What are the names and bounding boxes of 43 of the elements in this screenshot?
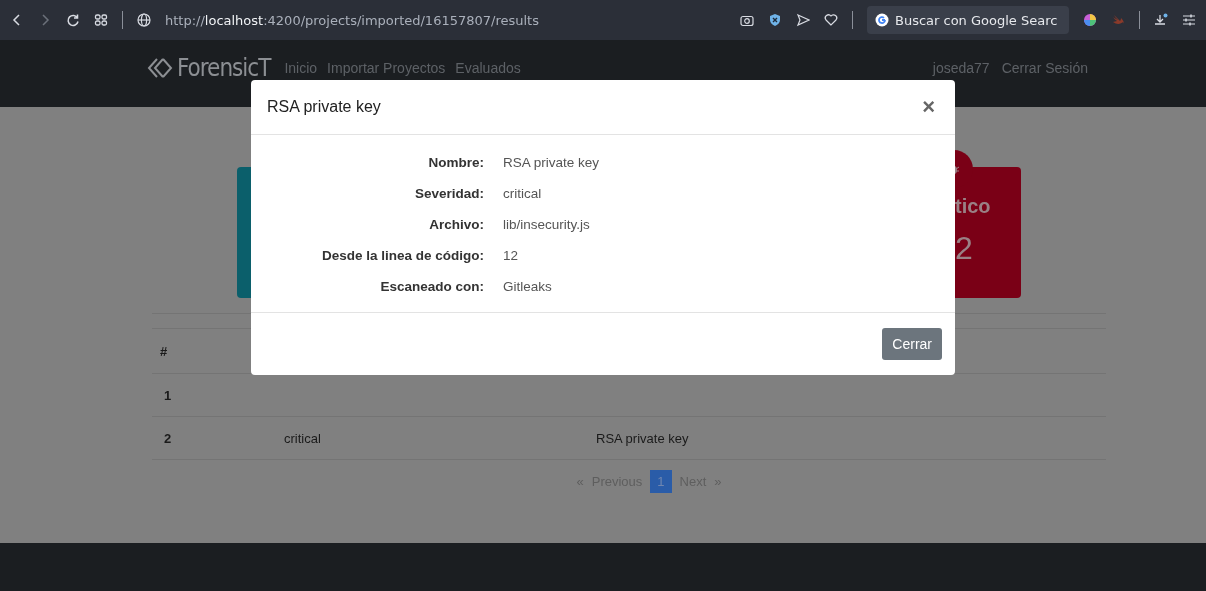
previous-arrow[interactable]: « — [576, 474, 584, 489]
field-value: critical — [503, 186, 543, 201]
page-button[interactable]: 1 — [650, 470, 672, 493]
field-label: Escaneado con: — [379, 279, 484, 294]
close-button[interactable]: Cerrar — [882, 328, 942, 360]
table-cell-text: 2 — [164, 430, 173, 446]
next-arrow[interactable]: » — [714, 474, 722, 489]
field-value: lib/insecurity.js — [503, 217, 591, 232]
camera-icon[interactable] — [740, 13, 754, 27]
reload-icon[interactable] — [66, 13, 80, 27]
nav-link[interactable]: Importar Proyectos — [327, 60, 446, 76]
field-label: Desde la linea de código: — [320, 248, 484, 263]
card-count: 2 — [955, 230, 974, 267]
globe-icon — [137, 13, 151, 27]
nav-link[interactable]: Inicio — [284, 60, 318, 76]
modal-title: RSA private key — [267, 98, 381, 116]
card-title: tico — [955, 195, 992, 218]
send-icon[interactable] — [796, 13, 810, 27]
settings-icon[interactable] — [1182, 13, 1196, 27]
field-value: RSA private key — [503, 155, 601, 170]
field-label: Nombre: — [427, 155, 484, 170]
field-value: Gitleaks — [503, 279, 553, 294]
letter-g-icon — [875, 13, 889, 27]
table-cell: RSA private key — [596, 430, 689, 446]
grid-icon[interactable] — [94, 13, 108, 27]
field-label: Severidad: — [413, 186, 484, 201]
username-link[interactable]: joseda77 — [932, 60, 990, 76]
nav-link[interactable]: Evaluados — [455, 60, 521, 76]
shield-icon[interactable] — [768, 13, 782, 27]
download-icon[interactable] — [1154, 13, 1168, 27]
heart-icon[interactable] — [824, 13, 838, 27]
field-label: Archivo: — [428, 217, 484, 232]
table-cell-text: 1 — [164, 387, 173, 403]
logo-icon — [147, 57, 173, 79]
search-field[interactable]: Buscar con Google Searc — [867, 6, 1069, 34]
column-header: # — [160, 343, 168, 359]
brand-name[interactable]: ForensicT — [177, 54, 271, 82]
field-value: 12 — [503, 248, 520, 263]
close-button[interactable]: × — [918, 94, 939, 120]
table-cell-text: critical — [284, 430, 322, 446]
address-bar[interactable]: http://localhost:4200/projects/imported/16157807/results — [165, 12, 539, 28]
color-wheel-icon[interactable] — [1083, 13, 1097, 27]
logout-link[interactable]: Cerrar Sesión — [1001, 60, 1088, 76]
